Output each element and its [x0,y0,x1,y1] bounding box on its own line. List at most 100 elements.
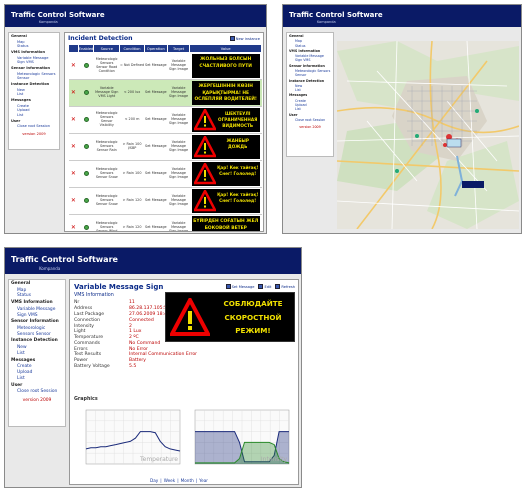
enabled-cell [78,79,94,107]
source-cell: Variable Message Sign VMS Light [93,79,120,107]
sidebar-section-title: Sensor Information [11,66,51,71]
delete-icon[interactable]: ✕ [71,197,76,204]
sign-text: БҮЙІРДЕН СОҒАТЫН ЖЕЛ БОКОВОЙ ВЕТЕР [193,219,259,231]
sidebar-item[interactable]: Variable Message Sign VMS [9,56,59,65]
target-cell: Variable Message Sign Image [167,187,190,215]
sidebar-section-title: User [11,118,21,123]
table-row[interactable]: ✕ Meteorologic Sensors Sensor Snow > Rain … [68,160,262,188]
enabled-icon[interactable] [83,197,89,203]
column-header: Value [189,44,262,53]
graphics-title: Graphics [74,397,98,402]
enabled-cell [78,187,94,215]
sidebar-item[interactable]: Close root Session [9,389,65,395]
chart-watermark-label: Intensity [261,456,288,463]
source-cell: Meteorologic Sensors Sensor Visibility [93,106,120,134]
map-graphic [337,41,519,229]
table-row[interactable]: ✕ Meteorologic Sensors Sensor Visibility <… [68,106,262,134]
condition-cell: < 200 m [119,106,145,134]
sidebar: General Map Status VMS Information Variable … [286,32,334,157]
sidebar-section-title: General [11,281,31,286]
sidebar: General Map Status VMS Information Variable … [8,279,66,427]
sign-preview: Қар! Көк тайғақ! Снег! Гололед! [191,189,260,213]
enabled-cell [78,160,94,188]
condition-cell: < 200 lux [119,79,145,107]
value-cell: БҮЙІРДЕН СОҒАТЫН ЖЕЛ БОКОВОЙ ВЕТЕР [189,214,262,231]
edit-button[interactable]: Edit [258,284,271,289]
incident-table: Enabled Source Condition Operation Target Val… [68,44,262,231]
value-cell: ЖАНБЫР ДОЖДЬ [189,133,262,161]
sidebar-item[interactable]: Variable Message Sign VMS [287,54,333,63]
sidebar-item[interactable]: Meteorologic Sensors Sensor [9,72,59,81]
delete-cell: ✕ [68,133,79,161]
sidebar-item[interactable]: Close root Session [287,118,333,122]
source-cell: Meteorologic Sensors Sensor Road Conditi… [93,52,120,80]
delete-icon[interactable]: ✕ [71,89,76,96]
sidebar-item[interactable]: Close root Session [9,124,59,129]
vms-actions: Set Message Edit Refresh [225,284,295,289]
sign-text: СОБЛЮДАЙТЕ СКОРОСТНОЙ РЕЖИМ! [223,299,283,335]
table-row[interactable]: ✕ Variable Message Sign VMS Light < 200 lu… [68,79,262,107]
sidebar-section-title: VMS Information [11,300,53,306]
operation-cell: Set Message [144,79,168,107]
table-row[interactable]: ✕ Meteorologic Sensors Sensor Wind > Rain … [68,214,262,231]
period-links: Day | Week | Month | Year [150,478,209,483]
warning-icon [193,163,216,185]
app-title: Traffic Control Software [289,11,383,19]
delete-icon[interactable]: ✕ [71,62,76,69]
app-subtitle: Kompanda [39,20,58,24]
enabled-icon[interactable] [83,170,89,176]
enabled-icon[interactable] [83,89,89,95]
period-week-link[interactable]: Week [164,478,175,483]
table-row[interactable]: ✕ Meteorologic Sensors Sensor Snow > Rain … [68,187,262,215]
sidebar-section-title: General [11,34,27,38]
set-message-button[interactable]: Set Message [225,284,254,289]
condition-cell: = Not Defined [119,52,145,80]
operation-cell: Set Message [144,133,168,161]
set-message-icon [225,284,231,289]
period-day-link[interactable]: Day [150,478,158,483]
vms-pane: Variable Message Sign Set Message Edit R… [69,279,299,485]
period-year-link[interactable]: Year [199,478,208,483]
table-row[interactable]: ✕ Meteorologic Sensors Sensor Road Condit… [68,52,262,80]
sidebar-section-title: Messages [11,98,31,103]
enabled-icon[interactable] [83,62,89,68]
value-cell: Қар! Көк тайғақ! Снег! Гололед! [189,160,262,188]
warning-icon [170,298,210,336]
version-label: version 2009 [299,125,321,130]
sidebar-item[interactable]: Meteorologic Sensors Sensor [287,69,333,78]
sign-text: ЖЕРГЕШІННІН КӨЗІН ҚАРЫҚТЫРМА! НЕ ОСЛЕПЛЯ… [194,84,257,102]
chart-watermark-label: Temperature [139,456,178,463]
delete-icon[interactable]: ✕ [71,170,76,177]
operation-cell: Set Message [144,187,168,215]
enabled-icon[interactable] [83,116,89,122]
sign-preview: БҮЙІРДЕН СОҒАТЫН ЖЕЛ БОКОВОЙ ВЕТЕР [191,216,260,231]
edit-icon [258,284,264,289]
delete-icon[interactable]: ✕ [71,143,76,150]
delete-icon[interactable]: ✕ [71,116,76,123]
enabled-icon[interactable] [83,143,89,149]
column-header: Operation [143,44,168,53]
period-month-link[interactable]: Month [181,478,194,483]
refresh-button[interactable]: Refresh [275,284,295,289]
enabled-cell [78,133,94,161]
sign-preview: ЖОЛЬНЫЗ БОЛСЫН СЧАСТЛИВОГО ПУТИ [191,54,260,78]
refresh-icon [275,284,281,289]
value-cell: ЖЕРГЕШІННІН КӨЗІН ҚАРЫҚТЫРМА! НЕ ОСЛЕПЛЯ… [189,79,262,107]
sidebar-item[interactable]: Variable Message Sign VMS [9,307,65,318]
sidebar: General Map Status VMS Information Variable … [8,32,60,150]
source-cell: Meteorologic Sensors Sensor Snow [93,160,120,188]
app-header: Traffic Control Software Kompanda [283,5,521,27]
sidebar-item[interactable]: Meteorologic Sensors Sensor [9,326,65,337]
delete-cell: ✕ [68,160,79,188]
table-row[interactable]: ✕ Meteorologic Sensors Sensor Rain > Rain … [68,133,262,161]
target-cell: Variable Message Sign Image [167,133,190,161]
condition-cell: > Rain 100 l/SBP [119,133,145,161]
sign-preview: ЖЕРГЕШІННІН КӨЗІН ҚАРЫҚТЫРМА! НЕ ОСЛЕПЛЯ… [191,81,260,105]
value-cell: ШЕКТЕУЛІ ОГРАНИЧЕННАЯ ВИДИМОСТЬ [189,106,262,134]
warning-icon [193,109,216,131]
city-map[interactable] [337,41,519,229]
enabled-icon[interactable] [83,224,89,230]
new-instance-button[interactable]: New instance [229,36,260,41]
sign-text: ЖАНБЫР ДОЖДЬ [226,138,249,149]
delete-icon[interactable]: ✕ [71,224,76,231]
